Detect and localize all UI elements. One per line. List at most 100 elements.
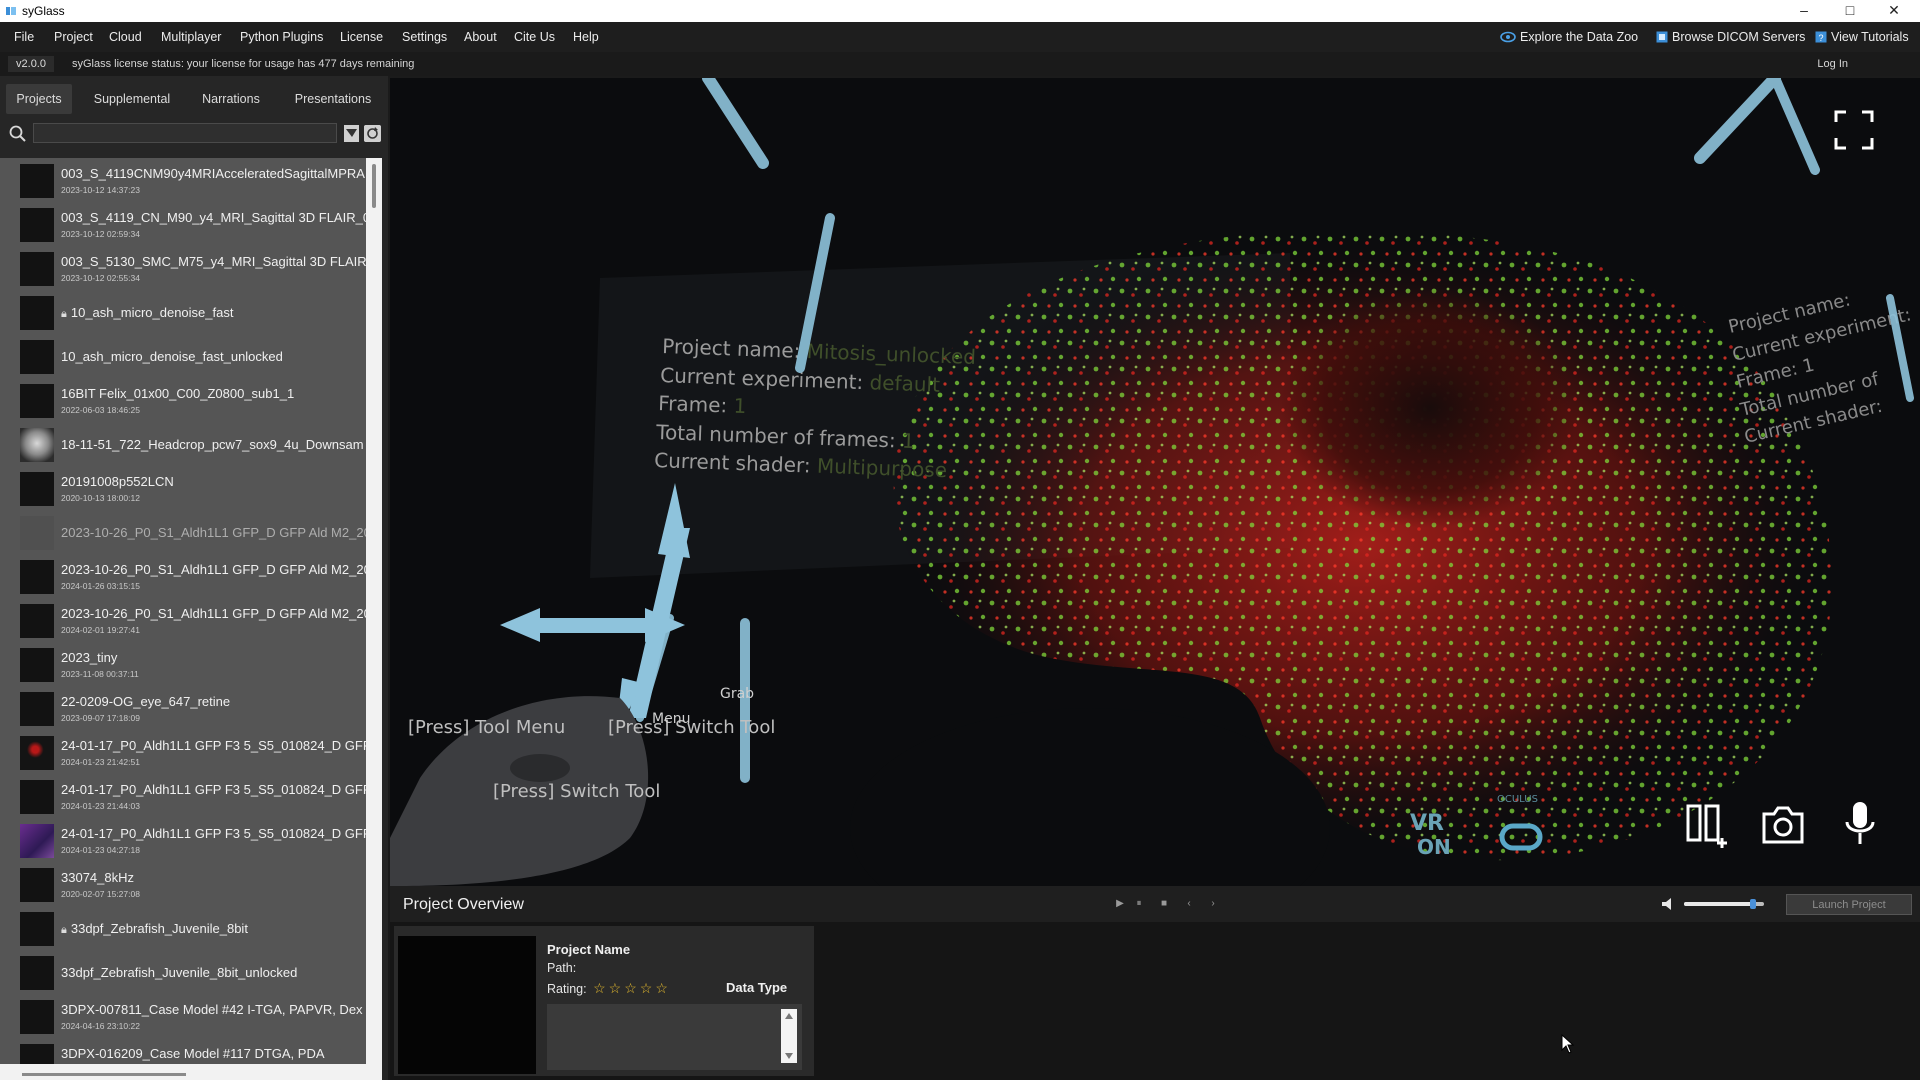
list-item[interactable]: 33074_8kHz 2020-02-07 15:27:08: [0, 862, 366, 906]
refresh-icon[interactable]: [364, 125, 381, 142]
menu-cite-us[interactable]: Cite Us: [514, 30, 555, 44]
project-thumbnail: [20, 208, 54, 242]
add-split-view-icon[interactable]: [1686, 802, 1730, 850]
launch-project-button[interactable]: Launch Project: [1786, 894, 1912, 915]
vr-viewport[interactable]: Project name: Mitosis_unlocked Current e…: [390, 78, 1920, 886]
maximize-button[interactable]: □: [1830, 0, 1870, 22]
project-thumbnail: [20, 604, 54, 638]
volume-slider[interactable]: [1684, 899, 1764, 909]
microphone-icon[interactable]: [1842, 800, 1878, 848]
project-name: 33dpf_Zebrafish_Juvenile_8bit_unlocked: [61, 965, 298, 980]
tab-narrations[interactable]: Narrations: [192, 84, 270, 114]
menu-help[interactable]: Help: [573, 30, 599, 44]
project-name: 2023-10-26_P0_S1_Aldh1L1 GFP_D GFP Ald M…: [61, 525, 367, 540]
scrollbar-thumb[interactable]: [372, 164, 376, 208]
project-name-row: 🔒︎ 33dpf_Zebrafish_Juvenile_8bit: [61, 921, 367, 937]
menu-python-plugins[interactable]: Python Plugins: [240, 30, 323, 44]
project-thumbnail: [20, 252, 54, 286]
list-item[interactable]: 24-01-17_P0_Aldh1L1 GFP F3 5_S5_010824_D…: [0, 818, 367, 862]
list-item[interactable]: 2023_tiny 2023-11-08 00:37:11: [0, 642, 366, 686]
project-date: 2023-10-12 14:37:23: [61, 185, 140, 195]
rating-star-icon[interactable]: ☆: [655, 980, 668, 997]
pause-icon[interactable]: ⏸: [1131, 897, 1147, 911]
project-list[interactable]: 003_S_4119CNM90y4MRIAcceleratedSagittalM…: [0, 158, 382, 1064]
fullscreen-icon[interactable]: [1834, 110, 1874, 150]
search-input[interactable]: [33, 123, 337, 143]
list-item[interactable]: 003_S_4119CNM90y4MRIAcceleratedSagittalM…: [0, 158, 366, 202]
play-icon[interactable]: ▶: [1112, 897, 1128, 911]
project-list-horizontal-scrollbar[interactable]: [0, 1064, 382, 1080]
menu-multiplayer[interactable]: Multiplayer: [161, 30, 221, 44]
window-titlebar: syGlass – □ ✕: [0, 0, 1920, 22]
volume-icon[interactable]: [1660, 898, 1674, 910]
tab-supplemental[interactable]: Supplemental: [84, 84, 180, 114]
tutorial-icon: ?: [1815, 31, 1827, 43]
list-item[interactable]: 20191008p552LCN 2020-10-13 18:00:12: [0, 466, 366, 510]
project-thumbnail: [20, 736, 54, 770]
menu-license[interactable]: License: [340, 30, 383, 44]
stop-icon[interactable]: ■: [1156, 897, 1172, 911]
list-item[interactable]: 3DPX-007811_Case Model #42 I-TGA, PAPVR,…: [0, 994, 366, 1038]
menu-about[interactable]: About: [464, 30, 497, 44]
tab-projects[interactable]: Projects: [6, 84, 72, 114]
rating-star-icon[interactable]: ☆: [624, 980, 637, 997]
project-name: 10_ash_micro_denoise_fast: [70, 305, 234, 320]
list-item[interactable]: 003_S_4119_CN_M90_y4_MRI_Sagittal 3D FLA…: [0, 202, 367, 246]
previous-frame-icon[interactable]: ‹: [1181, 897, 1197, 911]
project-date: 2020-02-07 15:27:08: [61, 889, 140, 899]
rating-star-icon[interactable]: ☆: [640, 980, 653, 997]
rating-star-icon[interactable]: ☆: [609, 980, 622, 997]
list-item[interactable]: 2023-10-26_P0_S1_Aldh1L1 GFP_D GFP Ald M…: [0, 598, 367, 642]
project-list-vertical-scrollbar[interactable]: [366, 158, 382, 1064]
filter-icon[interactable]: [344, 125, 359, 142]
project-date: 2020-10-13 18:00:12: [61, 493, 140, 503]
explore-data-zoo-link[interactable]: Explore the Data Zoo: [1500, 30, 1638, 44]
menu-project[interactable]: Project: [54, 30, 93, 44]
login-link[interactable]: Log In: [1817, 58, 1848, 70]
list-item[interactable]: 10_ash_micro_denoise_fast_unlocked: [0, 334, 366, 378]
next-frame-icon[interactable]: ›: [1205, 897, 1221, 911]
scrollbar-thumb[interactable]: [22, 1073, 186, 1076]
project-thumbnail: [20, 780, 54, 814]
controller-label: [Press] Switch Tool: [608, 717, 775, 738]
project-date: 2024-02-01 19:27:41: [61, 625, 140, 635]
list-item[interactable]: 3DPX-016209_Case Model #117 DTGA, PDA: [0, 1038, 366, 1064]
project-overview-toolbar: Project Overview ▶ ⏸ ■ ‹ › Launch Projec…: [390, 886, 1920, 922]
list-item[interactable]: 2023-10-26_P0_S1_Aldh1L1 GFP_D GFP Ald M…: [0, 554, 367, 598]
project-thumbnail: [20, 296, 54, 330]
list-item[interactable]: 2023-10-26_P0_S1_Aldh1L1 GFP_D GFP Ald M…: [0, 510, 367, 554]
project-preview-image: [398, 936, 536, 1074]
screenshot-camera-icon[interactable]: [1760, 804, 1806, 846]
browse-dicom-link[interactable]: Browse DICOM Servers: [1656, 30, 1805, 44]
list-item[interactable]: 22-0209-OG_eye_647_retine 2023-09-07 17:1…: [0, 686, 366, 730]
list-item[interactable]: 16BIT Felix_01x00_C00_Z0800_sub1_1 2022-0…: [0, 378, 366, 422]
controller-label: [Press] Switch Tool: [493, 781, 660, 802]
description-scrollbar[interactable]: [781, 1009, 797, 1063]
project-browser-panel: Projects Supplemental Narrations Present…: [0, 76, 388, 1080]
tab-presentations[interactable]: Presentations: [284, 84, 382, 114]
search-icon: [9, 125, 26, 142]
list-item[interactable]: 24-01-17_P0_Aldh1L1 GFP F3 5_S5_010824_D…: [0, 730, 367, 774]
project-thumbnail: [20, 1044, 54, 1064]
menu-settings[interactable]: Settings: [402, 30, 447, 44]
project-thumbnail: [20, 428, 54, 462]
list-item[interactable]: 24-01-17_P0_Aldh1L1 GFP F3 5_S5_010824_D…: [0, 774, 367, 818]
minimize-button[interactable]: –: [1784, 0, 1824, 22]
menu-cloud[interactable]: Cloud: [109, 30, 142, 44]
project-name: 10_ash_micro_denoise_fast_unlocked: [61, 349, 283, 364]
cell-volume: [850, 230, 1833, 886]
rating-star-icon[interactable]: ☆: [593, 980, 606, 997]
project-thumbnail: [20, 868, 54, 902]
view-tutorials-link[interactable]: ? View Tutorials: [1815, 30, 1909, 44]
project-description-box[interactable]: [547, 1004, 802, 1070]
close-button[interactable]: ✕: [1874, 0, 1914, 22]
list-item[interactable]: 18-11-51_722_Headcrop_pcw7_sox9_4u_Downs…: [0, 422, 366, 466]
menu-file[interactable]: File: [14, 30, 34, 44]
project-name: 003_S_4119CNM90y4MRIAcceleratedSagittalM…: [61, 166, 365, 181]
project-name-row: 🔒︎ 10_ash_micro_denoise_fast: [61, 305, 367, 321]
vr-label: VR: [1410, 811, 1444, 836]
list-item[interactable]: 003_S_5130_SMC_M75_y4_MRI_Sagittal 3D FL…: [0, 246, 367, 290]
list-item[interactable]: 🔒︎ 10_ash_micro_denoise_fast: [0, 290, 366, 334]
list-item[interactable]: 🔒︎ 33dpf_Zebrafish_Juvenile_8bit: [0, 906, 366, 950]
list-item[interactable]: 33dpf_Zebrafish_Juvenile_8bit_unlocked: [0, 950, 366, 994]
